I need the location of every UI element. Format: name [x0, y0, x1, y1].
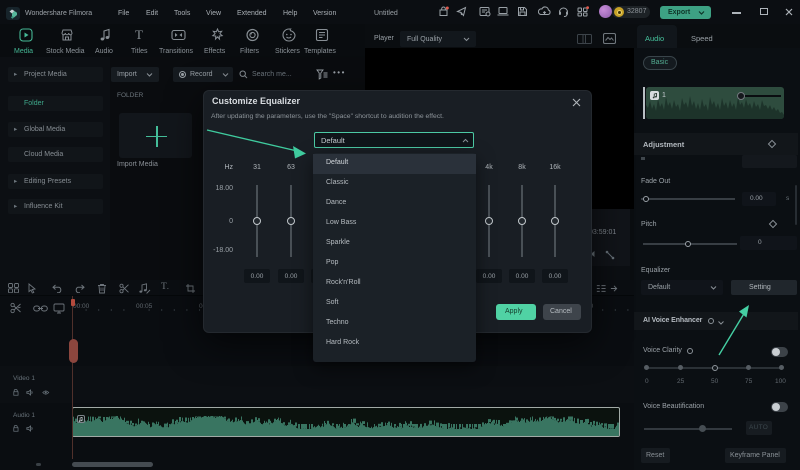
svg-text:00:00: 00:00	[73, 303, 90, 310]
svg-text:00:05: 00:05	[136, 303, 153, 310]
